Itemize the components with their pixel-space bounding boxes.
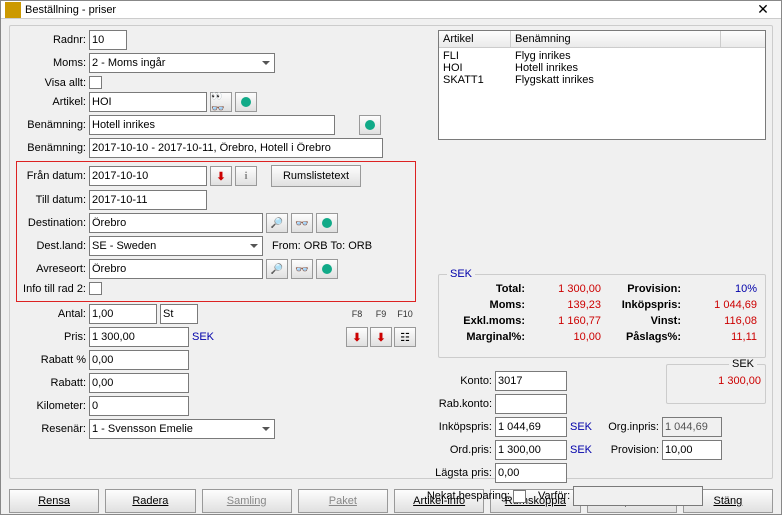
rabattpct-label: Rabatt % bbox=[16, 354, 86, 366]
th-spacer bbox=[721, 31, 765, 47]
inkopspris-input[interactable] bbox=[495, 417, 567, 437]
antal-label: Antal: bbox=[16, 308, 86, 320]
visaallt-checkbox[interactable] bbox=[89, 76, 102, 89]
dot-button-2[interactable] bbox=[359, 115, 381, 135]
benamning2-label: Benämning: bbox=[16, 142, 86, 154]
artikel-label: Artikel: bbox=[16, 96, 86, 108]
lagstapris-input[interactable] bbox=[495, 463, 567, 483]
visaallt-label: Visa allt: bbox=[16, 77, 86, 89]
fromto-label: From: ORB To: ORB bbox=[272, 240, 372, 252]
varfor-input bbox=[573, 486, 703, 506]
table-row: SKATT1Flygskatt inrikes bbox=[439, 74, 765, 86]
kilometer-input[interactable] bbox=[89, 396, 189, 416]
resenar-label: Resenär: bbox=[16, 423, 86, 435]
sek-summary: SEK Total:1 300,00Provision:10% Moms:139… bbox=[438, 274, 766, 358]
search-icon-2[interactable] bbox=[266, 259, 288, 279]
konto-label: Konto: bbox=[420, 375, 492, 387]
tilldatum-input[interactable] bbox=[89, 190, 207, 210]
lagstapris-label: Lägsta pris: bbox=[420, 467, 492, 479]
samling-button: Samling bbox=[202, 489, 292, 513]
rabkonto-label: Rab.konto: bbox=[420, 398, 492, 410]
rumslistetext-button[interactable]: Rumslistetext bbox=[271, 165, 361, 187]
nekat-checkbox[interactable] bbox=[513, 490, 526, 503]
th-artikel[interactable]: Artikel bbox=[439, 31, 511, 47]
orginpris-input bbox=[662, 417, 722, 437]
window-title: Beställning - priser bbox=[25, 4, 749, 16]
app-icon bbox=[5, 2, 21, 18]
moms-label: Moms: bbox=[16, 57, 86, 69]
kilometer-label: Kilometer: bbox=[16, 400, 86, 412]
paket-button: Paket bbox=[298, 489, 388, 513]
radera-button[interactable]: Radera bbox=[105, 489, 195, 513]
frandatum-input[interactable] bbox=[89, 166, 207, 186]
antal-input[interactable] bbox=[89, 304, 157, 324]
binoculars-icon[interactable]: 👓 bbox=[210, 92, 232, 112]
destination-input[interactable] bbox=[89, 213, 263, 233]
pris-input[interactable] bbox=[89, 327, 189, 347]
avreseort-input[interactable] bbox=[89, 259, 263, 279]
table-row: FLIFlyg inrikes bbox=[439, 50, 765, 62]
tilldatum-label: Till datum: bbox=[20, 194, 86, 206]
binoculars-icon-2[interactable]: 👓 bbox=[291, 213, 313, 233]
antal-unit-input[interactable] bbox=[160, 304, 198, 324]
radnr-input[interactable] bbox=[89, 30, 127, 50]
infotill-label: Info till rad 2: bbox=[20, 283, 86, 295]
pris-label: Pris: bbox=[16, 331, 86, 343]
search-icon-1[interactable] bbox=[266, 213, 288, 233]
rabkonto-input[interactable] bbox=[495, 394, 567, 414]
inkopspris-label: Inköpspris: bbox=[420, 421, 492, 433]
f9-button[interactable]: ⬇ bbox=[370, 327, 392, 347]
moms-select[interactable]: 2 - Moms ingår bbox=[89, 53, 275, 73]
provision-input[interactable] bbox=[662, 440, 722, 460]
destination-label: Destination: bbox=[20, 217, 86, 229]
th-benamning[interactable]: Benämning bbox=[511, 31, 721, 47]
artikel-input[interactable] bbox=[89, 92, 207, 112]
order-prices-window: Beställning - priser ✕ Radnr: Moms: 2 - … bbox=[0, 0, 782, 515]
f10-button[interactable]: ☷ bbox=[394, 327, 416, 347]
orginpris-label: Org.inpris: bbox=[603, 421, 659, 433]
benamning-input[interactable] bbox=[89, 115, 335, 135]
avreseort-label: Avreseort: bbox=[20, 263, 86, 275]
ordpris-label: Ord.pris: bbox=[420, 444, 492, 456]
dot-button-1[interactable] bbox=[235, 92, 257, 112]
date-group: Från datum: ⬇ i Rumslistetext Till datum… bbox=[16, 161, 416, 302]
varfor-label: Varför: bbox=[538, 490, 570, 502]
radnr-label: Radnr: bbox=[16, 34, 86, 46]
provision-label: Provision: bbox=[603, 444, 659, 456]
destland-select[interactable]: SE - Sweden bbox=[89, 236, 263, 256]
konto-input[interactable] bbox=[495, 371, 567, 391]
rensa-button[interactable]: Rensa bbox=[9, 489, 99, 513]
rabatt-input[interactable] bbox=[89, 373, 189, 393]
table-row: HOIHotell inrikes bbox=[439, 62, 765, 74]
info-icon[interactable]: i bbox=[235, 166, 257, 186]
binoculars-icon-3[interactable]: 👓 bbox=[291, 259, 313, 279]
infotill-checkbox[interactable] bbox=[89, 282, 102, 295]
sek-legend: SEK bbox=[447, 268, 475, 280]
nekat-label: Nekat besparing: bbox=[420, 490, 510, 502]
article-table[interactable]: Artikel Benämning FLIFlyg inrikes HOIHot… bbox=[438, 30, 766, 140]
titlebar: Beställning - priser ✕ bbox=[1, 1, 781, 19]
f8-button[interactable]: ⬇ bbox=[346, 327, 368, 347]
fkey-labels: F8F9F10 bbox=[346, 309, 416, 319]
rabatt-label: Rabatt: bbox=[16, 377, 86, 389]
rabattpct-input[interactable] bbox=[89, 350, 189, 370]
ordpris-input[interactable] bbox=[495, 440, 567, 460]
destland-label: Dest.land: bbox=[20, 240, 86, 252]
frandatum-label: Från datum: bbox=[20, 170, 86, 182]
arrow-down-icon[interactable]: ⬇ bbox=[210, 166, 232, 186]
benamning2-input[interactable] bbox=[89, 138, 383, 158]
dot-button-4[interactable] bbox=[316, 259, 338, 279]
dot-button-3[interactable] bbox=[316, 213, 338, 233]
benamning-label: Benämning: bbox=[16, 119, 86, 131]
close-icon[interactable]: ✕ bbox=[749, 1, 777, 18]
pris-currency: SEK bbox=[192, 331, 222, 343]
resenar-select[interactable]: 1 - Svensson Emelie bbox=[89, 419, 275, 439]
sek2-legend: SEK bbox=[729, 358, 757, 370]
